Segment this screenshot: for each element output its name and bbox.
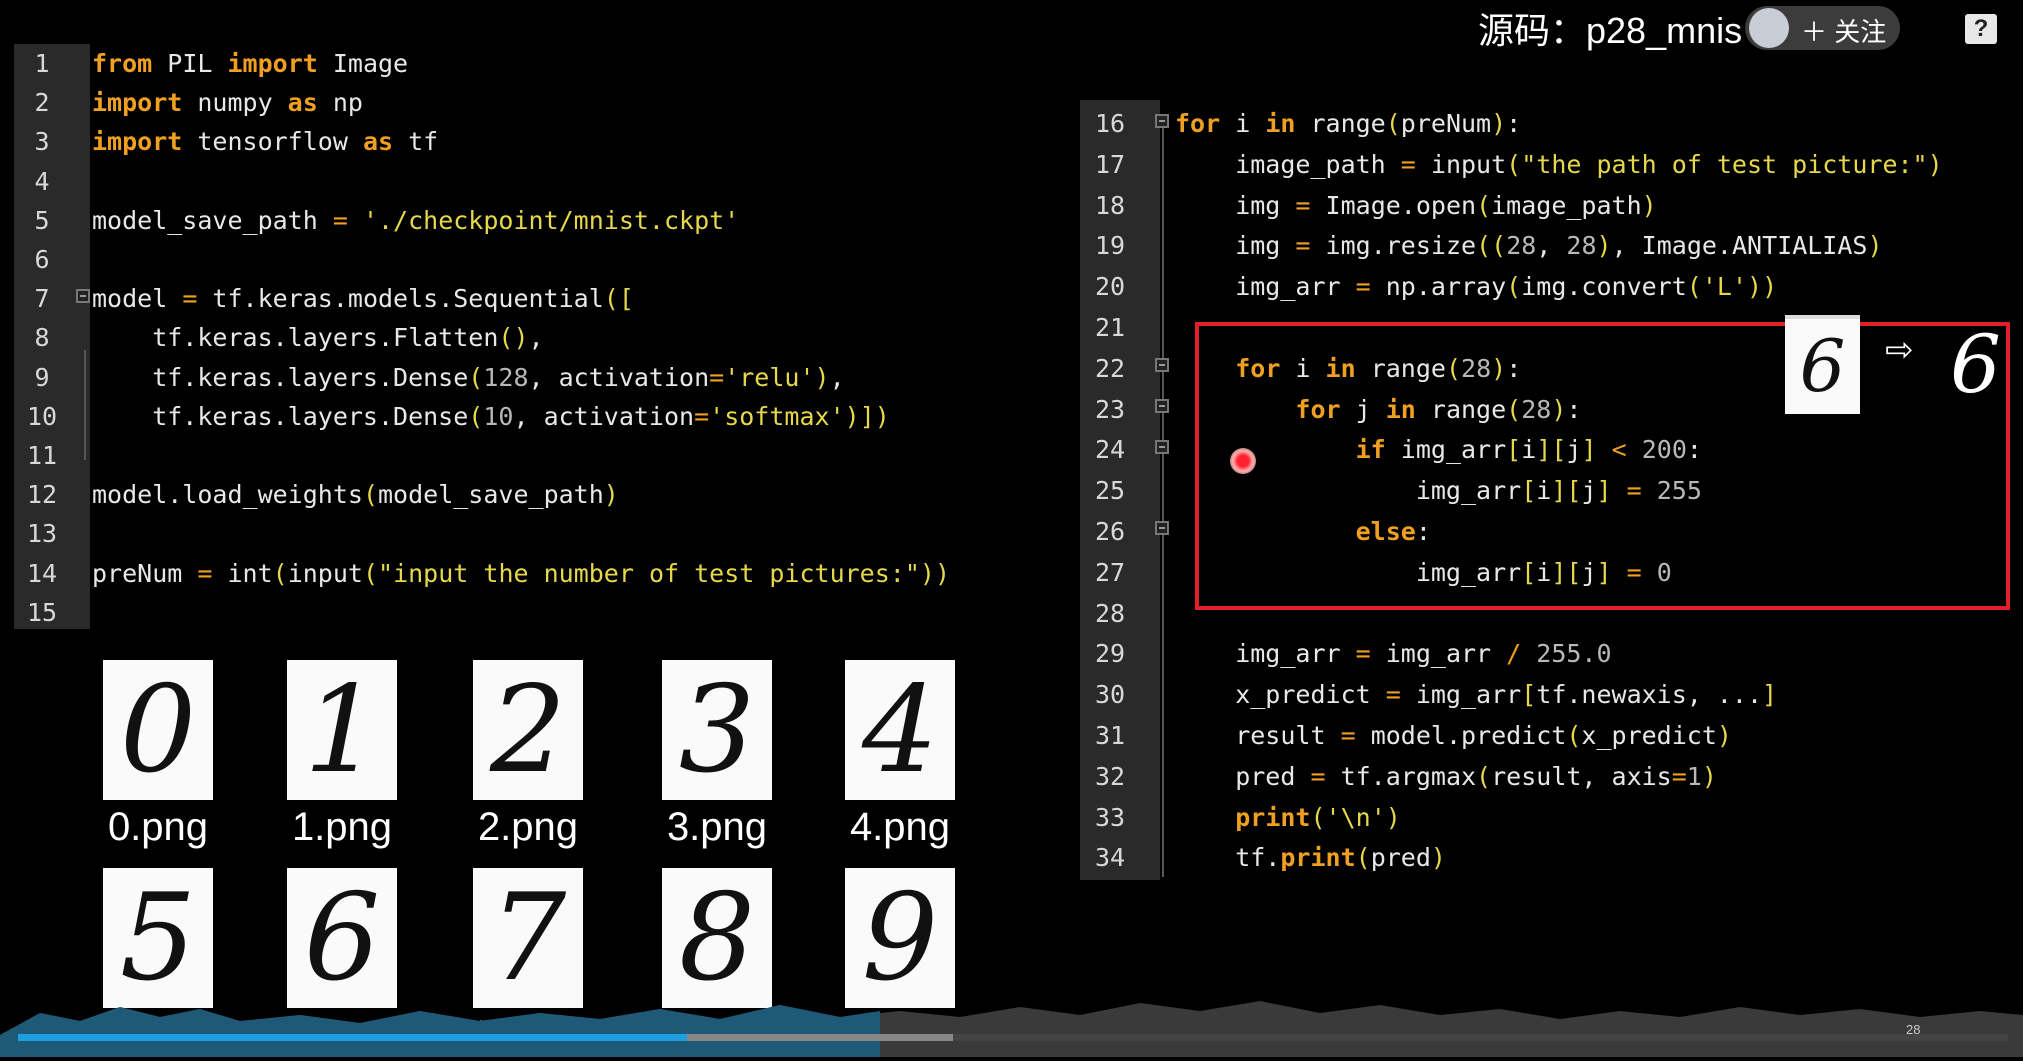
arrow-icon: ⇨ bbox=[1885, 330, 1914, 370]
line-number: 18 bbox=[1094, 190, 1126, 220]
fold-toggle-26[interactable] bbox=[1155, 521, 1169, 535]
digit-filename: 1.png bbox=[291, 805, 393, 849]
line-number: 29 bbox=[1094, 639, 1126, 669]
follow-button[interactable]: ＋ 关注 bbox=[1745, 6, 1900, 50]
line-number: 31 bbox=[1094, 721, 1126, 750]
digit-image-6: 6 bbox=[287, 868, 397, 1008]
time-marker: 28 bbox=[1906, 1022, 1921, 1037]
help-icon-glyph: ? bbox=[1973, 15, 1989, 42]
line-number: 24 bbox=[1094, 435, 1126, 465]
code-line: img_arr = img_arr / 255.0 bbox=[1175, 639, 1612, 669]
fold-toggle-23[interactable] bbox=[1155, 399, 1169, 413]
follow-label: ＋ 关注 bbox=[1801, 17, 1887, 47]
code-line: tf.print(pred) bbox=[1175, 843, 1446, 873]
after-digit: 6 bbox=[1950, 318, 2001, 411]
digit-filename: 4.png bbox=[849, 805, 951, 849]
digit-image-3: 3 bbox=[662, 660, 772, 800]
digit-gallery: 00.png11.png22.png33.png44.png55.png66.p… bbox=[0, 0, 1000, 1057]
line-number: 25 bbox=[1094, 476, 1126, 506]
digit-image-4: 4 bbox=[845, 660, 955, 800]
code-line: pred = tf.argmax(result, axis=1) bbox=[1175, 761, 1717, 791]
digit-image-8: 8 bbox=[662, 868, 772, 1008]
line-number: 21 bbox=[1094, 313, 1126, 342]
fold-toggle-16[interactable] bbox=[1155, 114, 1169, 128]
code-line: img = Image.open(image_path) bbox=[1175, 190, 1657, 220]
line-number: 17 bbox=[1094, 149, 1126, 179]
digit-image-2: 2 bbox=[473, 660, 583, 800]
digit-image-0: 0 bbox=[103, 660, 213, 800]
line-number: 20 bbox=[1094, 272, 1126, 302]
line-number: 32 bbox=[1094, 761, 1126, 791]
line-number: 26 bbox=[1094, 517, 1126, 546]
fold-toggle-24[interactable] bbox=[1155, 440, 1169, 454]
line-number: 16 bbox=[1094, 109, 1126, 138]
code-line: img = img.resize((28, 28), Image.ANTIALI… bbox=[1175, 231, 1883, 261]
code-line: img_arr = np.array(img.convert('L')) bbox=[1175, 272, 1778, 302]
line-number: 33 bbox=[1094, 802, 1126, 832]
cursor-dot bbox=[1230, 448, 1256, 474]
before-digit-card: 6 bbox=[1785, 315, 1860, 414]
digit-filename: 0.png bbox=[107, 805, 209, 849]
fold-guide-main bbox=[1162, 122, 1164, 877]
line-number: 30 bbox=[1094, 680, 1126, 710]
audio-waveform bbox=[0, 995, 2023, 1057]
line-number: 34 bbox=[1094, 843, 1126, 873]
line-number: 28 bbox=[1094, 598, 1126, 628]
digit-filename: 3.png bbox=[666, 805, 768, 849]
source-text: 源码：p28_mnis bbox=[1478, 10, 1743, 51]
digit-image-5: 5 bbox=[103, 868, 213, 1008]
code-line: for i in range(preNum): bbox=[1175, 109, 1522, 138]
code-line: x_predict = img_arr[tf.newaxis, ...] bbox=[1175, 680, 1778, 710]
digit-filename: 2.png bbox=[477, 805, 579, 849]
before-digit: 6 bbox=[1799, 324, 1846, 408]
progress-bar bbox=[18, 1034, 687, 1041]
digit-image-7: 7 bbox=[473, 868, 583, 1008]
help-icon[interactable]: ? bbox=[1965, 14, 1997, 44]
waveform-svg bbox=[0, 1001, 2023, 1057]
line-number: 22 bbox=[1094, 353, 1126, 383]
fold-toggle-22[interactable] bbox=[1155, 358, 1169, 372]
code-line: result = model.predict(x_predict) bbox=[1175, 721, 1732, 750]
progress-track[interactable] bbox=[18, 1034, 2008, 1041]
line-number: 19 bbox=[1094, 231, 1126, 261]
avatar bbox=[1749, 8, 1789, 48]
digit-image-1: 1 bbox=[287, 660, 397, 800]
line-number: 27 bbox=[1094, 557, 1126, 587]
code-line: print('\n') bbox=[1235, 802, 1401, 832]
line-number: 23 bbox=[1094, 394, 1126, 424]
header-bar: 源码：p28_mnis ＋ 关注 ? bbox=[1470, 0, 2023, 60]
code-line: image_path = input("the path of test pic… bbox=[1175, 149, 1943, 179]
digit-image-9: 9 bbox=[845, 868, 955, 1008]
